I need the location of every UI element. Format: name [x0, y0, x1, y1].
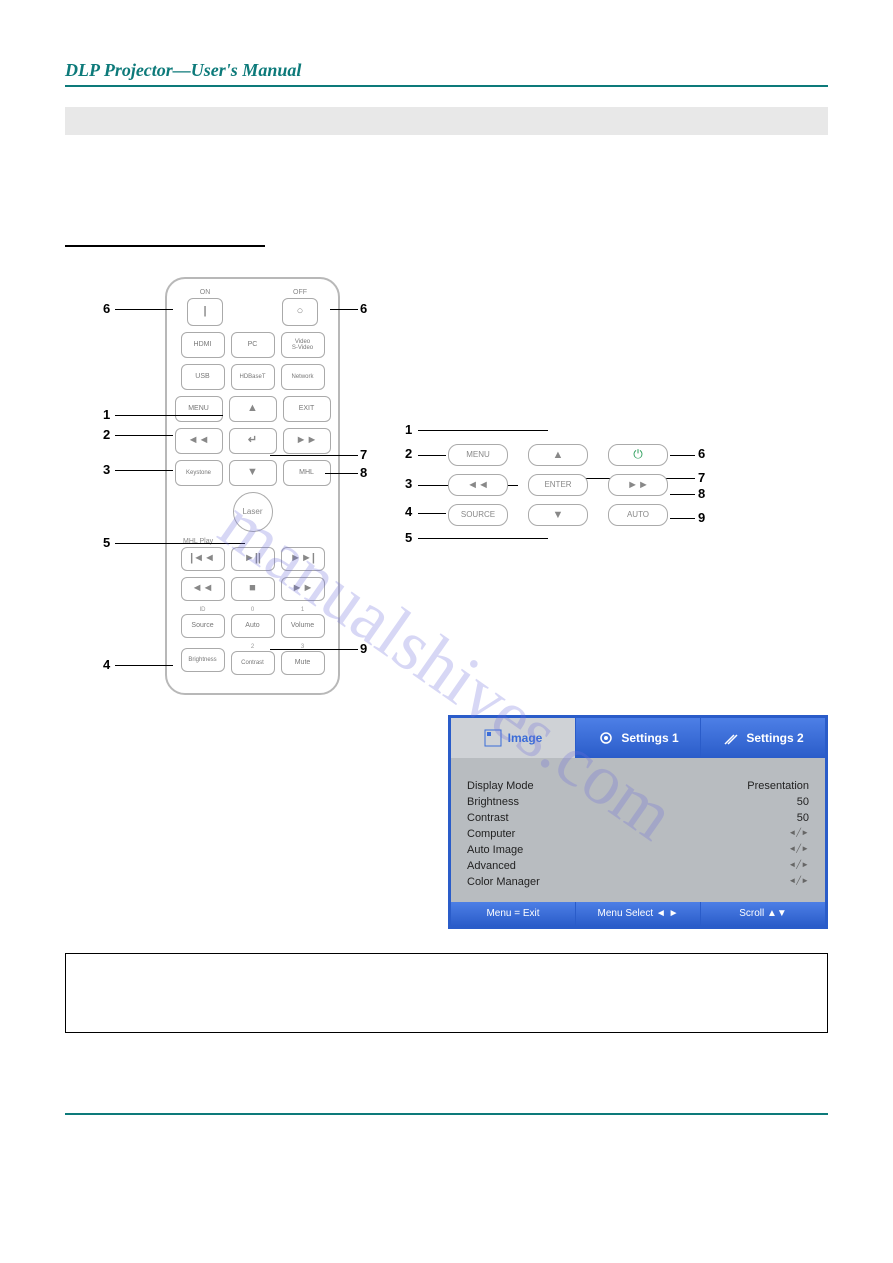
osd-tab-settings2[interactable]: Settings 2 [700, 718, 825, 758]
id-label: ID [200, 607, 206, 613]
brightness-button[interactable]: Brightness [181, 648, 225, 672]
kp-callout-2: 2 [405, 446, 412, 461]
kp-right-button[interactable]: ►► [608, 474, 668, 496]
kp-callout-7: 7 [698, 470, 705, 485]
hdbaset-button[interactable]: HDBaseT [231, 364, 275, 390]
next-button[interactable]: ►►| [281, 547, 325, 571]
keypad-diagram: 1 2 3 4 5 6 7 8 9 MENU ▲ ⏻ ◄◄ [410, 432, 710, 562]
menu-button[interactable]: MENU [175, 396, 223, 422]
callout-6-left: 6 [103, 301, 110, 316]
enter-button[interactable]: ↵ [229, 428, 277, 454]
stop-button[interactable]: ■ [231, 577, 275, 601]
usb-button[interactable]: USB [181, 364, 225, 390]
hdmi-button[interactable]: HDMI [181, 332, 225, 358]
callout-2: 2 [103, 427, 110, 442]
callout-6-right: 6 [360, 301, 367, 316]
callout-7: 7 [360, 447, 367, 462]
header-rule [65, 85, 828, 87]
contrast-button[interactable]: Contrast [231, 651, 275, 675]
osd-row: Computer◄╱► [467, 826, 809, 842]
kp-down-button[interactable]: ▼ [528, 504, 588, 526]
rewind-button[interactable]: ◄◄ [181, 577, 225, 601]
kp-callout-3: 3 [405, 476, 412, 491]
note-box [65, 953, 828, 1033]
section-bar [65, 107, 828, 135]
osd-footer-select: Menu Select ◄ ► [575, 902, 700, 926]
power-on-button[interactable]: | [187, 298, 223, 326]
osd-row: Display ModePresentation [467, 778, 809, 794]
footer-rule [65, 1113, 828, 1115]
kp-up-button[interactable]: ▲ [528, 444, 588, 466]
tab-label: Settings 2 [746, 731, 803, 745]
video-button[interactable]: Video S-Video [281, 332, 325, 358]
osd-row: Advanced◄╱► [467, 858, 809, 874]
osd-tab-image[interactable]: Image [451, 718, 575, 758]
kp-auto-button[interactable]: AUTO [608, 504, 668, 526]
down-button[interactable]: ▼ [229, 460, 277, 486]
off-label: OFF [293, 289, 307, 296]
osd-row: Brightness50 [467, 794, 809, 810]
kp-power-button[interactable]: ⏻ [608, 444, 668, 466]
tab-label: Settings 1 [621, 731, 678, 745]
osd-footer-exit: Menu = Exit [451, 902, 575, 926]
image-icon [484, 729, 502, 747]
subsection-rule [65, 245, 265, 247]
kp-menu-button[interactable]: MENU [448, 444, 508, 466]
kp-callout-8: 8 [698, 486, 705, 501]
on-label: ON [200, 289, 211, 296]
playpause-button[interactable]: ►|| [231, 547, 275, 571]
volume-button[interactable]: Volume [281, 614, 325, 638]
mhl-button[interactable]: MHL [283, 460, 331, 486]
callout-1: 1 [103, 407, 110, 422]
osd-footer-scroll: Scroll ▲▼ [700, 902, 825, 926]
remote-diagram: 6 1 2 3 5 4 6 7 8 9 [165, 277, 340, 695]
osd-panel: Image Settings 1 Settings 2 Display Mode… [448, 715, 828, 929]
right-button[interactable]: ►► [283, 428, 331, 454]
kp-callout-5: 5 [405, 530, 412, 545]
up-button[interactable]: ▲ [229, 396, 277, 422]
kp-source-button[interactable]: SOURCE [448, 504, 508, 526]
osd-tab-settings1[interactable]: Settings 1 [575, 718, 700, 758]
osd-body: Display ModePresentation Brightness50 Co… [451, 758, 825, 902]
num-1: 1 [301, 607, 304, 613]
left-button[interactable]: ◄◄ [175, 428, 223, 454]
callout-9: 9 [360, 641, 367, 656]
kp-callout-4: 4 [405, 504, 412, 519]
pc-button[interactable]: PC [231, 332, 275, 358]
tools-icon [722, 729, 740, 747]
num-2: 2 [251, 644, 254, 650]
kp-left-button[interactable]: ◄◄ [448, 474, 508, 496]
network-button[interactable]: Network [281, 364, 325, 390]
kp-callout-1: 1 [405, 422, 412, 437]
num-0: 0 [251, 607, 254, 613]
mute-button[interactable]: Mute [281, 651, 325, 675]
callout-3: 3 [103, 462, 110, 477]
laser-button[interactable]: Laser [233, 492, 273, 532]
kp-callout-6: 6 [698, 446, 705, 461]
tab-label: Image [508, 731, 543, 745]
callout-5: 5 [103, 535, 110, 550]
ffwd-button[interactable]: ►► [281, 577, 325, 601]
osd-row: Auto Image◄╱► [467, 842, 809, 858]
kp-enter-button[interactable]: ENTER [528, 474, 588, 496]
callout-8: 8 [360, 465, 367, 480]
keystone-button[interactable]: Keystone [175, 460, 223, 486]
source-button[interactable]: Source [181, 614, 225, 638]
page-header-title: DLP Projector—User's Manual [65, 60, 828, 81]
osd-row: Contrast50 [467, 810, 809, 826]
exit-button[interactable]: EXIT [283, 396, 331, 422]
callout-4: 4 [103, 657, 110, 672]
power-off-button[interactable]: ○ [282, 298, 318, 326]
osd-row: Color Manager◄╱► [467, 874, 809, 890]
auto-button[interactable]: Auto [231, 614, 275, 638]
kp-callout-9: 9 [698, 510, 705, 525]
gear-icon [597, 729, 615, 747]
prev-button[interactable]: |◄◄ [181, 547, 225, 571]
